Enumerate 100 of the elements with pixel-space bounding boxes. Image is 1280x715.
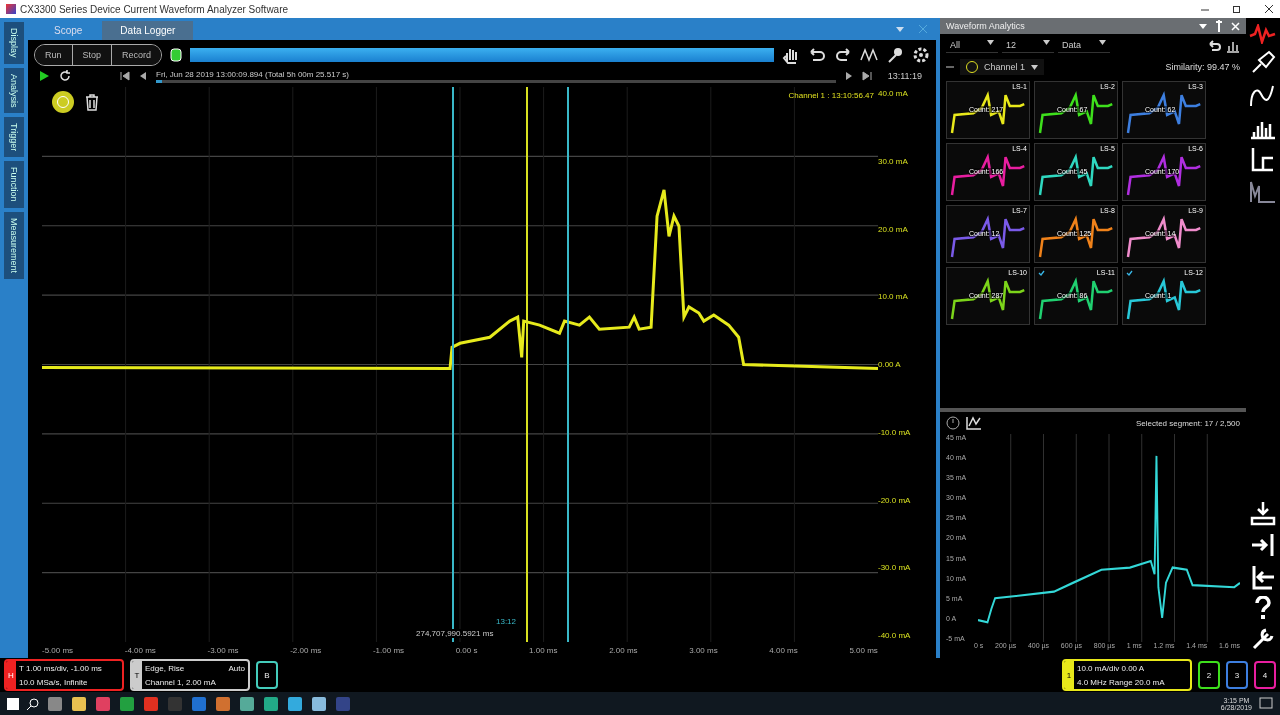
trigger-text: Channel 1, 2.00 mA (145, 677, 217, 687)
database-icon (170, 48, 183, 62)
redo-icon[interactable] (834, 46, 852, 64)
help-icon[interactable] (1254, 596, 1272, 620)
app-icon[interactable] (214, 694, 232, 713)
axis-label: -10.0 mA (878, 427, 912, 437)
app-icon[interactable] (46, 694, 64, 713)
cursor-label: 13:12 (496, 617, 517, 626)
side-tab[interactable]: Measurement (4, 211, 24, 279)
step-back-icon[interactable] (138, 71, 148, 81)
caret-icon[interactable] (1199, 23, 1207, 29)
caret-icon (987, 40, 994, 45)
power-icon[interactable] (946, 416, 960, 430)
refresh-icon[interactable] (58, 69, 72, 83)
side-tab[interactable]: Display (4, 22, 24, 64)
channel-dropdown[interactable]: Channel 1 (960, 59, 1045, 75)
axis-label: -5.00 ms (42, 645, 74, 655)
axis-label: -3.00 ms (207, 645, 239, 655)
notification-icon[interactable] (1258, 695, 1274, 712)
axis-label: 1.00 ms (529, 645, 558, 655)
axis-label: 30.0 mA (878, 156, 909, 166)
caret-icon (1099, 40, 1106, 45)
hand-icon[interactable] (782, 46, 800, 64)
channel-label: Channel 1 : 13:10:56.47 (788, 91, 874, 100)
panel-title: Waveform Analytics (946, 21, 1025, 31)
tab[interactable]: Data Logger (102, 21, 194, 40)
axis-label: 2.00 ms (609, 645, 638, 655)
search-icon[interactable] (26, 696, 40, 711)
timeline-track[interactable] (156, 79, 836, 83)
trigger-panel[interactable]: T Edge, Rise Auto Channel 1, 2.00 mA (130, 659, 250, 691)
axis-label: 5.00 ms (849, 645, 878, 655)
timebase-text: 10.0 MSa/s, Infinite (19, 677, 89, 687)
export-icon[interactable] (1250, 564, 1276, 590)
waveform-icon[interactable] (860, 46, 878, 64)
restore-icon[interactable] (1232, 4, 1242, 14)
bus-button[interactable]: B (256, 661, 278, 689)
record-info: Fri, Jun 28 2019 13:00:09.894 (Total 5h 00m 25.517 s) (156, 69, 350, 79)
current-time: 13:11:19 (887, 71, 922, 81)
axis-label: -1.00 ms (372, 645, 405, 655)
side-tab[interactable]: Trigger (4, 117, 24, 158)
app-icon[interactable] (70, 694, 88, 713)
filter-dropdown[interactable]: 12 (1002, 38, 1054, 53)
marker-label: 274,707,990.5921 ms (416, 629, 494, 638)
control-button[interactable]: Stop (72, 45, 113, 65)
start-icon[interactable] (6, 696, 20, 711)
app-icon[interactable] (262, 694, 280, 713)
timebase-key: H (6, 661, 16, 689)
caret-icon (1043, 40, 1050, 45)
pin-icon[interactable] (1215, 20, 1223, 32)
channel-button[interactable]: 4 (1254, 661, 1276, 689)
control-button[interactable]: Record (112, 45, 162, 65)
trash-icon[interactable] (84, 93, 100, 111)
filter-dropdown[interactable]: All (946, 38, 998, 53)
axis-label: 40.0 mA (878, 89, 909, 98)
undo-icon[interactable] (808, 46, 826, 64)
channel-button[interactable] (52, 91, 74, 113)
axis-label: -4.00 ms (124, 645, 156, 655)
channel-button[interactable]: 2 (1198, 661, 1220, 689)
undo-icon[interactable] (1208, 38, 1222, 53)
tools-icon[interactable] (1250, 626, 1276, 652)
filter-dropdown[interactable]: Data (1058, 38, 1110, 53)
step-forward-icon[interactable] (843, 71, 854, 81)
channel-text: 10.0 mA/div 0.00 A (1077, 663, 1146, 673)
channel-text: 4.0 MHz Range 20.0 mA (1077, 677, 1166, 687)
axis-label: 3.00 ms (689, 645, 718, 655)
control-button[interactable]: Run (35, 45, 73, 65)
app-icon[interactable] (238, 694, 256, 713)
axis-label: 20.0 mA (878, 224, 909, 234)
trigger-key: T (132, 661, 142, 689)
axis-label: 10.0 mA (878, 292, 909, 302)
settings-icon[interactable] (912, 46, 930, 64)
skip-end-icon[interactable] (861, 71, 872, 81)
axis-label: 4.00 ms (769, 645, 798, 655)
caret-icon (1031, 64, 1039, 70)
axis-label: -40.0 mA (878, 631, 912, 640)
side-tab[interactable]: Analysis (4, 67, 24, 114)
similarity-label: Similarity: 99.47 % (1165, 62, 1240, 72)
side-tab[interactable]: Function (4, 161, 24, 208)
channel-button[interactable]: 3 (1226, 661, 1248, 689)
app-icon[interactable] (118, 694, 136, 713)
close-icon[interactable] (1264, 4, 1274, 14)
axis-label: 0.00 s (455, 645, 478, 655)
axis-label: -2.00 ms (290, 645, 322, 655)
caret-icon[interactable] (896, 26, 904, 32)
chart-icon[interactable] (966, 416, 982, 430)
app-icon[interactable] (94, 694, 112, 713)
window-title: CX3300 Series Device Current Waveform Analyzer Software (20, 3, 289, 15)
axis-label: -30.0 mA (878, 563, 912, 573)
app-logo-icon (6, 4, 16, 14)
trigger-mode: Auto (228, 663, 245, 673)
channel-key: 1 (1064, 661, 1074, 689)
selected-segment-label: Selected segment: 17 / 2,500 (1135, 418, 1240, 428)
axis-label: 0.00 A (878, 360, 902, 369)
play-icon[interactable] (38, 70, 50, 82)
app-icon[interactable] (286, 694, 304, 713)
download-icon[interactable] (1250, 500, 1276, 526)
skip-start-icon[interactable] (120, 71, 130, 81)
app-icon[interactable] (310, 694, 328, 713)
axis-label: -20.0 mA (878, 495, 912, 505)
import-icon[interactable] (1250, 532, 1276, 558)
